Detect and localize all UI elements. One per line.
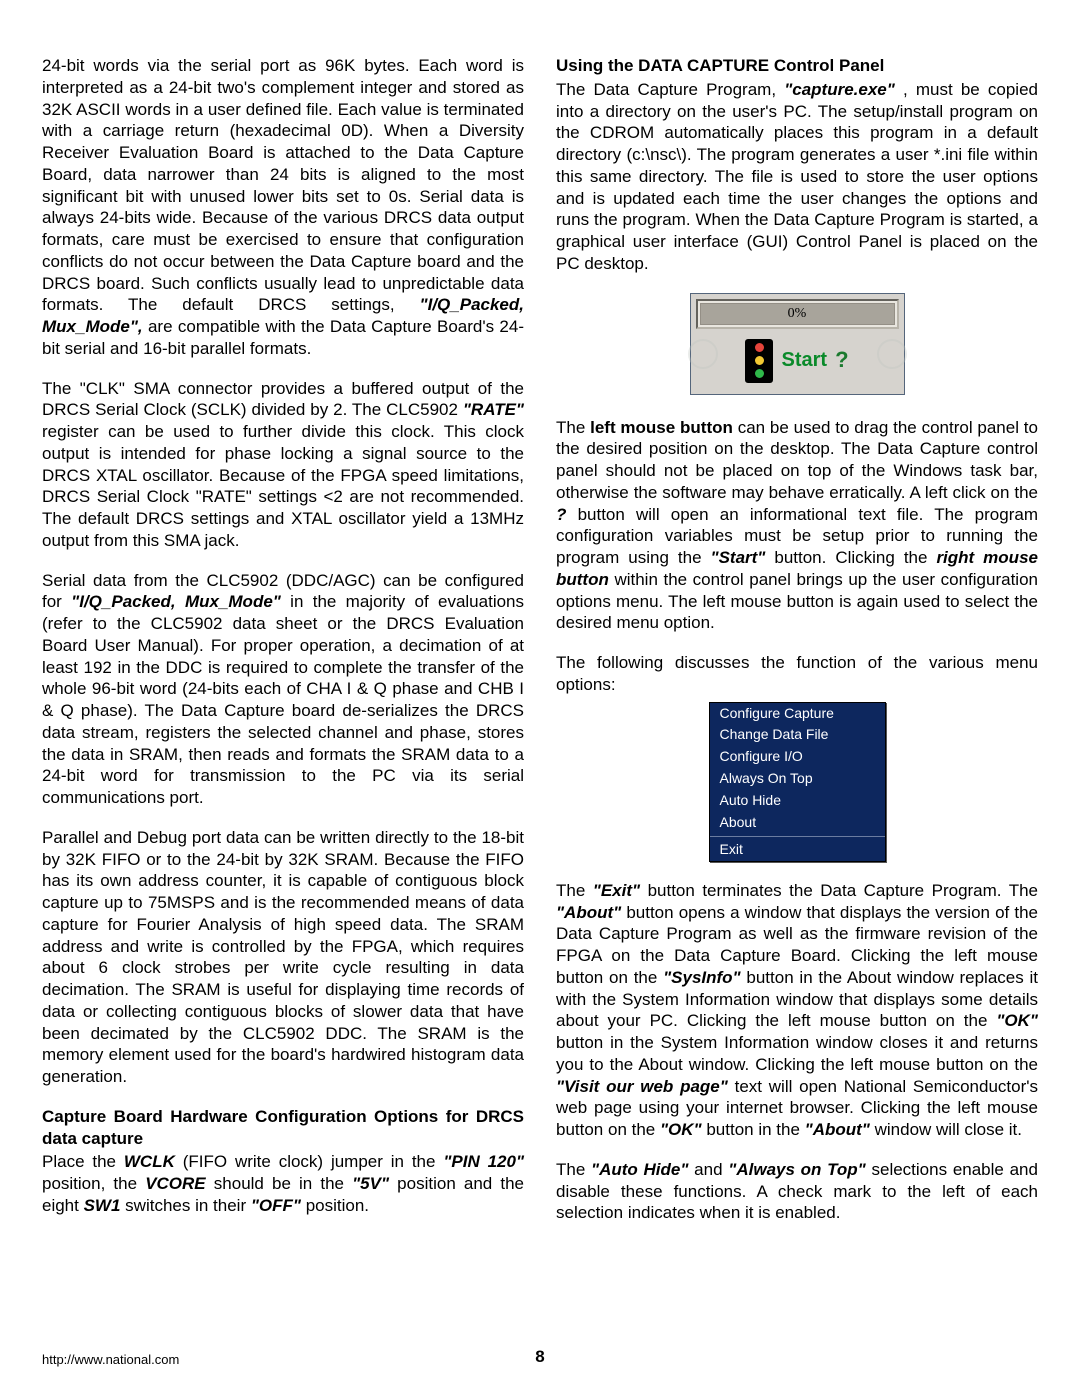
paragraph: The "CLK" SMA connector provides a buffe… (42, 378, 524, 552)
body-text: button in the System Information window … (556, 1033, 1038, 1074)
menu-item-configure-io[interactable]: Configure I/O (710, 746, 885, 768)
section-heading: Using the DATA CAPTURE Control Panel (556, 55, 1038, 77)
emphasis: ? (556, 505, 566, 524)
emphasis: "capture.exe" (784, 80, 895, 99)
emphasis: "About" (556, 903, 621, 922)
paragraph: The Data Capture Program, "capture.exe" … (556, 79, 1038, 275)
emphasis: "Auto Hide" (591, 1160, 688, 1179)
help-button[interactable]: ? (835, 346, 848, 374)
menu-item-exit[interactable]: Exit (710, 839, 885, 861)
paragraph: The "Exit" button terminates the Data Ca… (556, 880, 1038, 1141)
emphasis: "I/Q_Packed, Mux_Mode" (71, 592, 281, 611)
paragraph: The following discusses the function of … (556, 652, 1038, 696)
body-text: position, the (42, 1174, 145, 1193)
columns: 24-bit words via the serial port as 96K … (42, 55, 1038, 1317)
page: 24-bit words via the serial port as 96K … (0, 0, 1080, 1397)
body-text: button in the (706, 1120, 804, 1139)
emphasis: "OK" (660, 1120, 702, 1139)
context-menu: Configure Capture Change Data File Confi… (709, 702, 886, 862)
emphasis: WCLK (124, 1152, 175, 1171)
right-column: Using the DATA CAPTURE Control Panel The… (556, 55, 1038, 1317)
green-lamp-icon (755, 369, 764, 378)
paragraph: Place the WCLK (FIFO write clock) jumper… (42, 1151, 524, 1216)
emphasis: "Always on Top" (728, 1160, 865, 1179)
red-lamp-icon (755, 343, 764, 352)
emphasis: "OFF" (251, 1196, 301, 1215)
emphasis: "OK" (996, 1011, 1038, 1030)
menu-item-configure-capture[interactable]: Configure Capture (710, 703, 885, 725)
body-text: should be in the (214, 1174, 352, 1193)
footer-url: http://www.national.com (42, 1352, 179, 1367)
emphasis: "PIN 120" (443, 1152, 524, 1171)
emphasis: "Exit" (593, 881, 640, 900)
body-text: position. (306, 1196, 369, 1215)
body-text: within the control panel brings up the u… (556, 570, 1038, 633)
emphasis: "About" (805, 1120, 870, 1139)
panel-inner: 0% Start ? (694, 297, 901, 391)
progress-container: 0% (696, 299, 899, 329)
menu-separator (710, 836, 885, 837)
panel-body: Start ? (696, 335, 899, 389)
start-button[interactable]: Start (781, 348, 827, 374)
body-text: button terminates the Data Capture Progr… (648, 881, 1038, 900)
left-column: 24-bit words via the serial port as 96K … (42, 55, 524, 1317)
menu-item-about[interactable]: About (710, 812, 885, 834)
control-panel: 0% Start ? (690, 293, 905, 395)
body-text: The (556, 418, 590, 437)
paragraph: Parallel and Debug port data can be writ… (42, 827, 524, 1088)
emphasis: "Visit our web page" (556, 1077, 728, 1096)
page-number: 8 (535, 1347, 544, 1367)
body-text: The Data Capture Program, (556, 80, 784, 99)
body-text: Place the (42, 1152, 124, 1171)
body-text: switches in their (125, 1196, 251, 1215)
emphasis: VCORE (145, 1174, 205, 1193)
body-text: and (694, 1160, 728, 1179)
body-text: register can be used to further divide t… (42, 422, 524, 550)
traffic-light-icon (745, 339, 773, 383)
body-text: , must be copied into a directory on the… (556, 80, 1038, 273)
body-text: The "CLK" SMA connector provides a buffe… (42, 379, 524, 420)
emphasis: "5V" (352, 1174, 389, 1193)
body-text: (FIFO write clock) jumper in the (183, 1152, 444, 1171)
paragraph: The "Auto Hide" and "Always on Top" sele… (556, 1159, 1038, 1224)
paragraph: The left mouse button can be used to dra… (556, 417, 1038, 635)
section-heading: Capture Board Hardware Configuration Opt… (42, 1106, 524, 1150)
emphasis: "SysInfo" (663, 968, 741, 987)
body-text: The (556, 1160, 591, 1179)
paragraph: Serial data from the CLC5902 (DDC/AGC) c… (42, 570, 524, 809)
emphasis: SW1 (84, 1196, 121, 1215)
emphasis: left mouse button (590, 418, 733, 437)
paragraph: 24-bit words via the serial port as 96K … (42, 55, 524, 360)
menu-item-auto-hide[interactable]: Auto Hide (710, 790, 885, 812)
menu-item-change-data-file[interactable]: Change Data File (710, 724, 885, 746)
emphasis: "RATE" (463, 400, 524, 419)
body-text: in the majority of evaluations (refer to… (42, 592, 524, 807)
progress-bar: 0% (700, 303, 895, 325)
footer: http://www.national.com 8 http://www.nat… (42, 1347, 1038, 1367)
body-text: button. Clicking the (774, 548, 936, 567)
yellow-lamp-icon (755, 356, 764, 365)
body-text: 24-bit words via the serial port as 96K … (42, 56, 524, 314)
menu-item-always-on-top[interactable]: Always On Top (710, 768, 885, 790)
body-text: The (556, 881, 593, 900)
body-text: window will close it. (875, 1120, 1022, 1139)
emphasis: "Start" (711, 548, 766, 567)
